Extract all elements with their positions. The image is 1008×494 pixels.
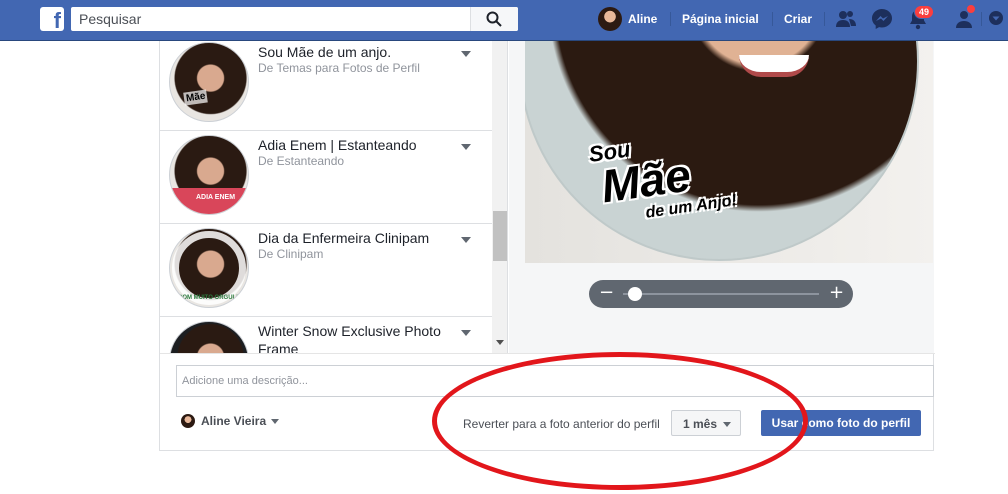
zoom-in-icon[interactable]: +	[829, 284, 844, 302]
nav-divider	[670, 12, 671, 26]
scrollbar-thumb[interactable]	[493, 211, 507, 261]
list-item[interactable]: Mãe Sou Mãe de um anjo. De Temas para Fo…	[160, 41, 492, 131]
revert-label: Reverter para a foto anterior do perfil	[463, 417, 660, 431]
preview-photo[interactable]: Sou Mãe de um Anjo!	[525, 41, 933, 263]
list-item[interactable]: ADIA ENEM Adia Enem | Estanteando De Est…	[160, 131, 492, 224]
zoom-slider[interactable]: − +	[589, 280, 853, 308]
frame-thumbnail: COM MUITO ORGULHO	[169, 228, 249, 308]
use-as-profile-photo-button[interactable]: Usar como foto do perfil	[761, 410, 921, 436]
chevron-down-icon[interactable]	[461, 330, 471, 336]
avatar	[181, 414, 195, 428]
friends-icon[interactable]	[835, 8, 857, 30]
messenger-icon[interactable]	[871, 8, 893, 30]
nav-divider	[772, 12, 773, 26]
frame-title: Winter Snow Exclusive Photo Frame	[258, 323, 441, 353]
nav-home-link[interactable]: Página inicial	[682, 12, 759, 26]
search-input[interactable]	[71, 7, 469, 31]
frame-source: De Estanteando	[258, 154, 345, 168]
search-box	[71, 7, 518, 31]
frame-list-scrollbar[interactable]	[492, 41, 507, 353]
zoom-out-icon[interactable]: −	[599, 284, 614, 302]
revert-duration-dropdown[interactable]: 1 mês	[671, 410, 741, 436]
frame-title: Adia Enem | Estanteando	[258, 137, 417, 153]
frame-overlay-text: Sou Mãe de um Anjo!	[587, 136, 738, 222]
facebook-logo-icon[interactable]: f	[40, 7, 64, 33]
frame-list[interactable]: Mãe Sou Mãe de um anjo. De Temas para Fo…	[160, 41, 508, 353]
photo-preview: Sou Mãe de um Anjo! − +	[509, 41, 934, 353]
frame-thumbnail	[169, 321, 249, 353]
nav-divider	[981, 12, 982, 26]
frame-title: Dia da Enfermeira Clinipam	[258, 230, 430, 246]
list-item[interactable]: Winter Snow Exclusive Photo Frame	[160, 317, 492, 353]
list-item[interactable]: COM MUITO ORGULHO Dia da Enfermeira Clin…	[160, 224, 492, 317]
account-menu-icon[interactable]	[988, 10, 1004, 26]
notifications-badge: 49	[914, 5, 934, 19]
frame-thumbnail: ADIA ENEM	[169, 135, 249, 215]
nav-profile-link[interactable]: Aline	[598, 7, 657, 31]
frame-thumbnail: Mãe	[169, 42, 249, 122]
avatar	[598, 7, 622, 31]
chevron-down-icon	[723, 422, 731, 427]
top-navigation-bar: f Aline Página inicial Criar 49	[0, 0, 1008, 41]
search-button[interactable]	[470, 7, 518, 31]
nav-create-link[interactable]: Criar	[784, 12, 812, 26]
chevron-down-icon[interactable]	[461, 51, 471, 57]
search-icon	[486, 11, 502, 27]
nav-divider	[824, 12, 825, 26]
help-alert-dot	[966, 4, 976, 14]
frame-title: Sou Mãe de um anjo.	[258, 44, 392, 60]
divider	[160, 353, 935, 354]
chevron-down-icon[interactable]	[461, 144, 471, 150]
audience-selector[interactable]: Aline Vieira	[181, 414, 280, 428]
zoom-track[interactable]	[623, 293, 819, 295]
owner-name: Aline Vieira	[201, 414, 267, 428]
angel-sticker-icon	[731, 41, 831, 43]
chevron-down-icon[interactable]	[461, 237, 471, 243]
frame-source: De Clinipam	[258, 247, 324, 261]
chevron-down-icon	[271, 418, 280, 424]
description-input[interactable]	[176, 365, 934, 397]
nav-profile-name: Aline	[628, 12, 658, 26]
profile-photo-crop[interactable]: Sou Mãe de um Anjo!	[525, 41, 919, 261]
profile-frame-dialog: Mãe Sou Mãe de um anjo. De Temas para Fo…	[159, 41, 935, 451]
frame-source: De Temas para Fotos de Perfil	[258, 61, 420, 75]
scroll-down-arrow-icon[interactable]	[496, 340, 504, 345]
zoom-handle[interactable]	[627, 287, 642, 301]
